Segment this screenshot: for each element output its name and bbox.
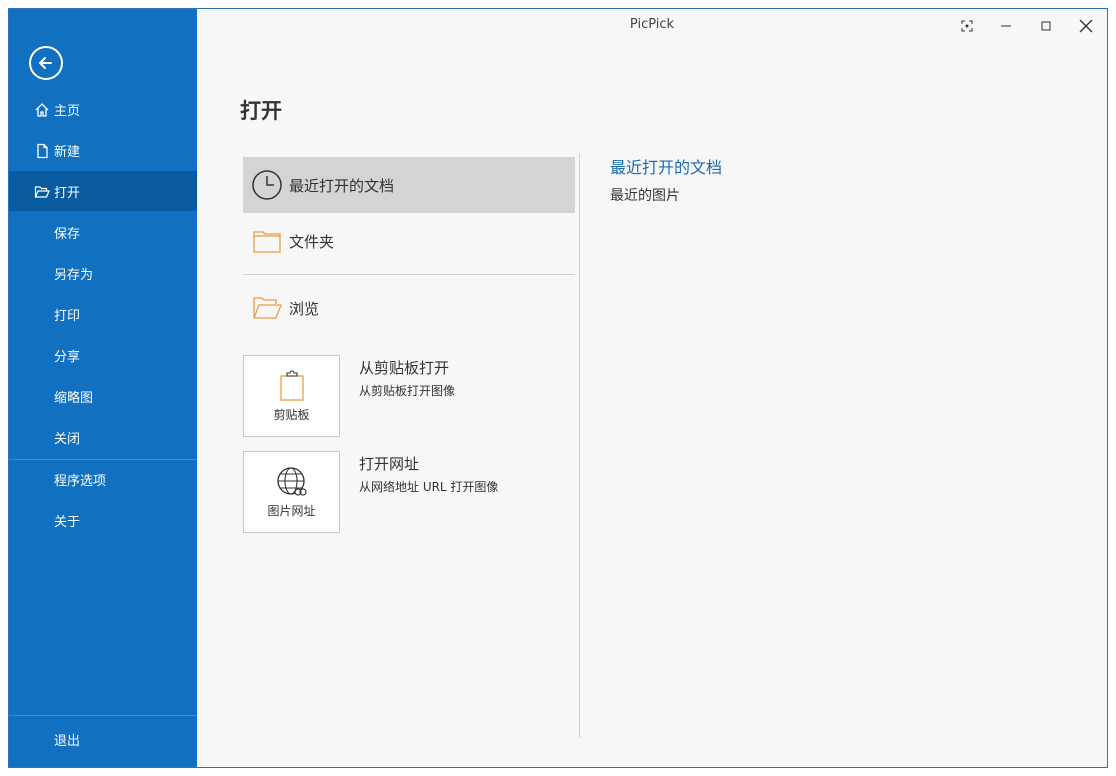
sidebar-item-open[interactable]: 打开	[9, 171, 197, 211]
option-recent-documents[interactable]: 最近打开的文档	[243, 157, 575, 213]
clipboard-tile[interactable]: 剪贴板	[243, 355, 340, 437]
back-button[interactable]	[29, 46, 63, 80]
sidebar-item-label: 保存	[54, 226, 81, 242]
arrow-left-icon	[39, 57, 52, 69]
option-folder[interactable]: 文件夹	[243, 213, 575, 269]
minimize-icon	[1001, 25, 1011, 27]
clipboard-icon	[280, 370, 304, 401]
sidebar-item-label: 缩略图	[54, 390, 94, 406]
screen-capture-icon	[961, 20, 973, 32]
recent-documents-heading: 最近打开的文档	[610, 158, 723, 177]
sidebar-item-label: 打印	[54, 308, 81, 324]
option-browse[interactable]: 浏览	[243, 280, 575, 336]
sidebar-item-close[interactable]: 关闭	[9, 417, 197, 457]
sidebar-item-label: 打开	[54, 185, 81, 201]
globe-link-icon	[277, 467, 307, 496]
sidebar-divider	[9, 715, 197, 716]
option-label: 文件夹	[289, 232, 335, 251]
sidebar-item-label: 退出	[54, 733, 81, 749]
open-folder-icon	[253, 297, 282, 319]
sidebar-item-label: 分享	[54, 349, 81, 365]
clock-icon	[252, 170, 282, 200]
sidebar-item-share[interactable]: 分享	[9, 335, 197, 375]
maximize-button[interactable]	[1031, 15, 1061, 37]
option-label: 浏览	[289, 299, 320, 318]
maximize-icon	[1041, 21, 1051, 31]
app-window: 主页 新建 打开 保存 另存为 打印 分享 缩略图 关闭 程序选项 关于 退出 …	[8, 8, 1108, 768]
close-window-button[interactable]	[1071, 15, 1101, 37]
sidebar-item-label: 另存为	[54, 267, 94, 283]
sidebar-item-label: 程序选项	[54, 473, 107, 489]
sidebar-item-label: 关于	[54, 514, 81, 530]
sidebar-item-thumbnails[interactable]: 缩略图	[9, 376, 197, 416]
new-document-icon	[37, 143, 48, 159]
sidebar-item-label: 新建	[54, 144, 81, 160]
page-title: 打开	[240, 99, 282, 123]
tile-description: 从网络地址 URL 打开图像	[359, 480, 499, 494]
recent-images-item[interactable]: 最近的图片	[610, 185, 680, 205]
tile-title: 从剪贴板打开	[359, 359, 450, 377]
home-icon	[35, 103, 49, 117]
url-tile[interactable]: 图片网址	[243, 451, 340, 533]
sidebar-item-label: 主页	[54, 103, 81, 119]
tile-label: 图片网址	[267, 504, 316, 518]
tile-description: 从剪贴板打开图像	[359, 384, 456, 398]
sidebar-item-home[interactable]: 主页	[9, 89, 197, 129]
sidebar-item-print[interactable]: 打印	[9, 294, 197, 334]
options-divider	[243, 274, 575, 275]
sidebar-item-about[interactable]: 关于	[9, 500, 197, 540]
tile-title: 打开网址	[359, 455, 420, 473]
option-label: 最近打开的文档	[289, 176, 395, 195]
sidebar-item-new[interactable]: 新建	[9, 130, 197, 170]
close-icon	[1079, 19, 1093, 33]
minimize-button[interactable]	[991, 15, 1021, 37]
capture-button[interactable]	[952, 15, 982, 37]
sidebar-item-label: 关闭	[54, 431, 81, 447]
sidebar: 主页 新建 打开 保存 另存为 打印 分享 缩略图 关闭 程序选项 关于 退出	[9, 9, 197, 767]
sidebar-item-save-as[interactable]: 另存为	[9, 253, 197, 293]
sidebar-item-exit[interactable]: 退出	[9, 719, 197, 759]
open-folder-icon	[34, 186, 50, 198]
folder-icon	[253, 231, 281, 253]
sidebar-item-save[interactable]: 保存	[9, 212, 197, 252]
tile-label: 剪贴板	[273, 408, 310, 422]
panel-divider	[579, 154, 580, 738]
sidebar-item-program-options[interactable]: 程序选项	[9, 459, 197, 499]
